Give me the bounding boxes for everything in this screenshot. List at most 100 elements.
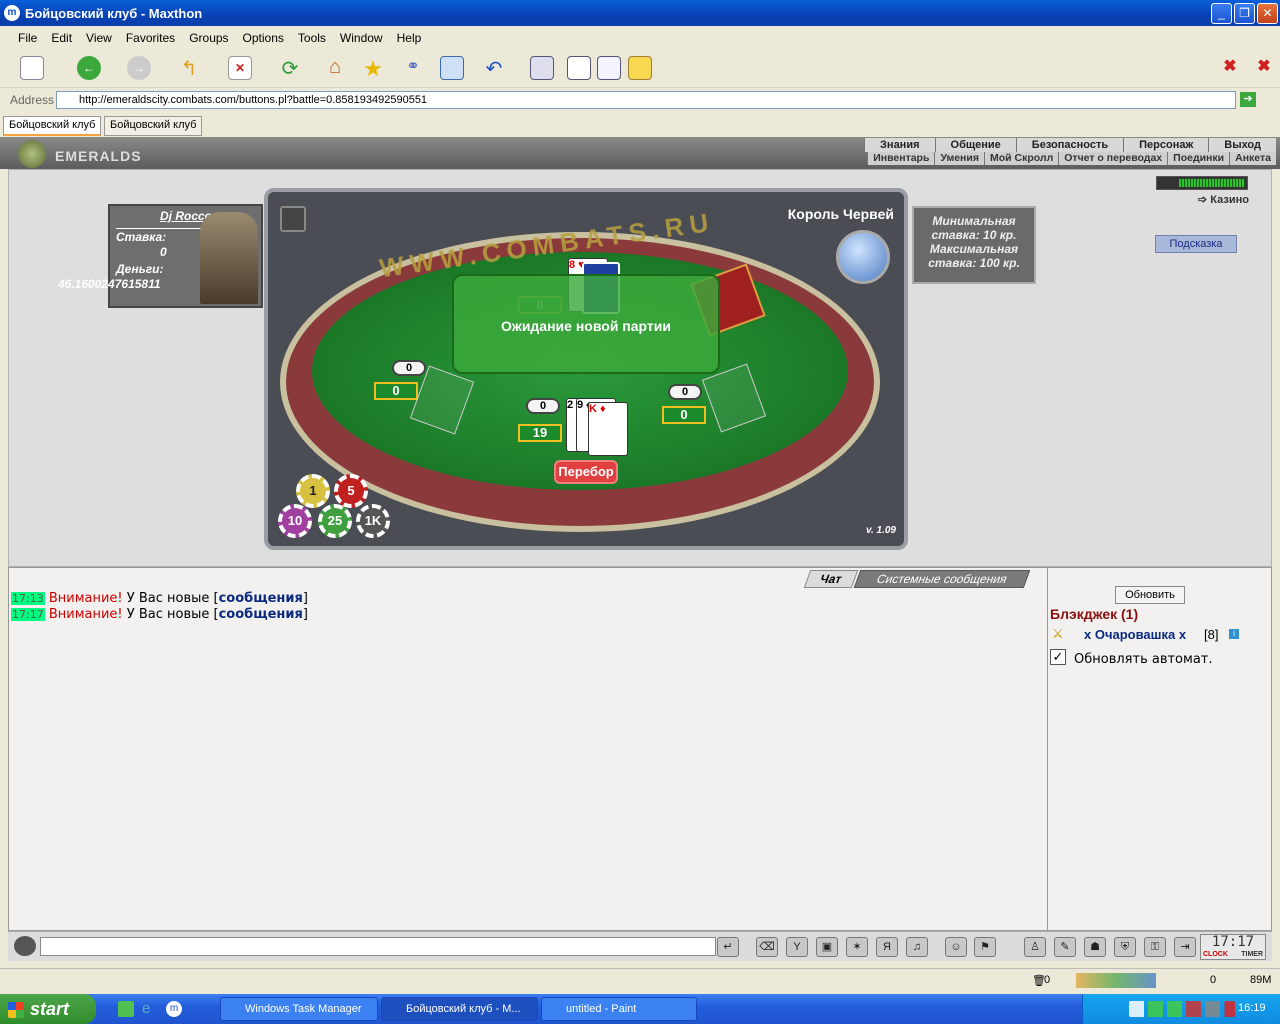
tab-system-messages[interactable]: Системные сообщения <box>853 570 1031 588</box>
close-all-icon[interactable]: ✖ <box>1252 56 1276 80</box>
timestamp[interactable]: 17:13 <box>11 592 45 605</box>
tab-chat[interactable]: Чат <box>803 570 859 588</box>
save-icon[interactable]: ▣ <box>816 937 838 957</box>
ie-icon[interactable]: e <box>142 1001 158 1017</box>
timestamp[interactable]: 17:17 <box>11 608 45 621</box>
tab-fight-club-2[interactable]: Бойцовский клуб <box>104 116 203 136</box>
nav-exit[interactable]: Выход <box>1208 138 1276 152</box>
address-input[interactable]: http://emeraldscity.combats.com/buttons.… <box>56 91 1236 109</box>
windows-logo-icon <box>8 1002 24 1018</box>
close-tab-icon[interactable]: ✖ <box>1218 56 1242 80</box>
clock-label[interactable]: CLOCK <box>1203 951 1228 958</box>
start-label[interactable]: start <box>30 999 69 1019</box>
sound-toggle-icon[interactable]: ♫ <box>906 937 928 957</box>
system-tray: 16:19 <box>1082 994 1280 1024</box>
chip-5[interactable]: 5 <box>334 474 368 508</box>
home-icon[interactable]: ⌂ <box>323 56 347 80</box>
go-icon[interactable]: ➔ <box>1240 92 1256 107</box>
clan-icon[interactable]: ⚑ <box>974 937 996 957</box>
filter-icon[interactable]: Y <box>786 937 808 957</box>
menu-help[interactable]: Help <box>397 31 422 45</box>
nav-my-scroll[interactable]: Мой Скролл <box>983 152 1058 165</box>
messages-link[interactable]: сообщения <box>219 591 303 606</box>
nav-skills[interactable]: Умения <box>934 152 984 165</box>
stop-icon[interactable]: ✕ <box>228 56 252 80</box>
sound-icon[interactable] <box>280 206 306 232</box>
forward-icon[interactable]: → <box>127 56 151 80</box>
list-icon[interactable] <box>567 56 591 80</box>
casino-link-label[interactable]: Казино <box>1210 194 1249 206</box>
undo-icon[interactable]: ↶ <box>482 56 506 80</box>
scroll-icon[interactable]: ✎ <box>1054 937 1076 957</box>
timer-label[interactable]: TIMER <box>1241 951 1263 958</box>
refresh-button[interactable]: Обновить <box>1115 586 1185 604</box>
padlock-icon[interactable]: ⚿ <box>1144 937 1166 957</box>
chip-1k[interactable]: 1K <box>356 504 390 538</box>
smiley-menu-icon[interactable] <box>14 936 36 956</box>
casino-link[interactable]: ➩ Казино <box>1198 193 1249 206</box>
left-bet: 0 <box>392 360 426 376</box>
maximize-button[interactable]: ❐ <box>1234 3 1255 24</box>
quicklaunch-icon-1[interactable] <box>118 1001 134 1017</box>
back-icon[interactable]: ← <box>77 56 101 80</box>
window-icon[interactable] <box>440 56 464 80</box>
send-icon[interactable]: ↵ <box>717 937 739 957</box>
fighter-icon[interactable]: ✶ <box>846 937 868 957</box>
nav-communication[interactable]: Общение <box>934 138 1016 152</box>
chip-1[interactable]: 1 <box>296 474 330 508</box>
menu-view[interactable]: View <box>86 31 112 45</box>
nav-character[interactable]: Персонаж <box>1123 138 1208 152</box>
chip-10[interactable]: 10 <box>278 504 312 538</box>
nav-battles[interactable]: Поединки <box>1167 152 1229 165</box>
chip-25[interactable]: 25 <box>318 504 352 538</box>
clock[interactable]: 16:19 <box>1238 1002 1266 1014</box>
nav-transfer-report[interactable]: Отчет о переводах <box>1058 152 1167 165</box>
favorites-star-icon[interactable]: ★ <box>361 56 385 81</box>
up-icon[interactable]: ↰ <box>177 56 201 80</box>
tray-icons[interactable] <box>1129 1001 1235 1017</box>
info-icon[interactable]: i <box>1229 629 1239 639</box>
translit-icon[interactable]: Я <box>876 937 898 957</box>
close-button[interactable]: ✕ <box>1257 3 1278 24</box>
chat-area: Чат Системные сообщения 17:13 Внимание! … <box>8 567 1048 931</box>
menu-groups[interactable]: Groups <box>189 31 228 45</box>
block-icon[interactable] <box>628 56 652 80</box>
exit-icon[interactable]: ⇥ <box>1174 937 1196 957</box>
eraser-icon[interactable]: ⌫ <box>756 937 778 957</box>
menu-file[interactable]: File <box>18 31 37 45</box>
lock-icon[interactable]: ♙ <box>1024 937 1046 957</box>
tab-system-label[interactable]: Системные сообщения <box>875 572 1010 586</box>
nav-inventory[interactable]: Инвентарь <box>867 152 934 165</box>
maxthon-quicklaunch-icon[interactable]: m <box>166 1001 182 1017</box>
task-task-manager[interactable]: Windows Task Manager <box>220 997 378 1021</box>
columns-icon[interactable] <box>530 56 554 80</box>
task-fight-club[interactable]: Бойцовский клуб - M... <box>381 997 538 1021</box>
tab-fight-club-1[interactable]: Бойцовский клуб <box>3 116 102 136</box>
helmet-icon[interactable]: ☗ <box>1084 937 1106 957</box>
chat-input[interactable] <box>40 937 716 956</box>
user-link[interactable]: х Очаровашка х <box>1084 627 1186 642</box>
nav-knowledge[interactable]: Знания <box>864 138 934 152</box>
menu-favorites[interactable]: Favorites <box>126 31 175 45</box>
refresh-icon[interactable]: ⟳ <box>278 56 302 80</box>
menu-edit[interactable]: Edit <box>51 31 72 45</box>
task-paint[interactable]: untitled - Paint <box>541 997 697 1021</box>
nav-security[interactable]: Безопасность <box>1015 138 1123 152</box>
max-label: Максимальная <box>929 242 1019 256</box>
edit-icon[interactable] <box>597 56 621 80</box>
menu-options[interactable]: Options <box>243 31 284 45</box>
messages-link[interactable]: сообщения <box>219 607 303 622</box>
status-icons[interactable] <box>1076 973 1156 988</box>
hint-button[interactable]: Подсказка <box>1155 235 1237 253</box>
new-page-icon[interactable] <box>20 56 44 80</box>
armor-icon[interactable]: ⛨ <box>1114 937 1136 957</box>
groups-icon[interactable]: ⚭ <box>401 56 425 80</box>
tab-chat-label[interactable]: Чат <box>818 572 844 586</box>
nav-profile[interactable]: Анкета <box>1229 152 1276 165</box>
auto-refresh-checkbox[interactable]: ✓ <box>1050 649 1066 665</box>
smiles-icon[interactable]: ☺ <box>945 937 967 957</box>
menu-tools[interactable]: Tools <box>298 31 326 45</box>
auto-refresh-label: Обновлять автомат. <box>1074 652 1213 667</box>
minimize-button[interactable]: _ <box>1211 3 1232 24</box>
menu-window[interactable]: Window <box>340 31 383 45</box>
